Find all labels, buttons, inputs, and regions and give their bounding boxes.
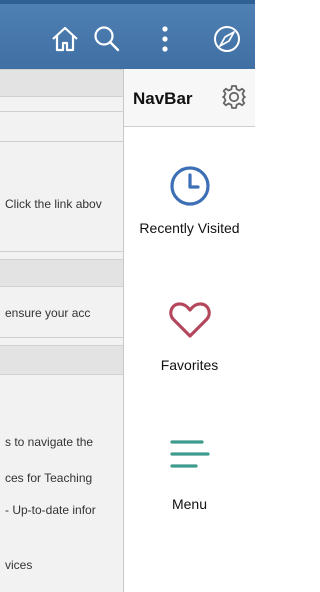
navbar-item-label: Favorites bbox=[160, 357, 219, 373]
navbar-item-label: Recently Visited bbox=[139, 220, 240, 236]
home-icon[interactable] bbox=[48, 22, 82, 56]
background-text: vices bbox=[5, 558, 33, 572]
navbar-header: NavBar bbox=[124, 69, 255, 127]
section-band bbox=[0, 259, 123, 287]
navbar-item-recently-visited[interactable]: Recently Visited bbox=[124, 164, 255, 236]
background-text: Click the link abov bbox=[5, 197, 102, 211]
navbar-title: NavBar bbox=[133, 89, 193, 108]
row-divider bbox=[0, 141, 123, 142]
navbar-panel: NavBar Recently Visited Favorites Menu bbox=[123, 69, 255, 592]
clock-icon bbox=[169, 166, 210, 206]
background-text: ensure your acc bbox=[5, 306, 91, 320]
more-vertical-icon[interactable] bbox=[148, 22, 182, 56]
search-icon[interactable] bbox=[90, 22, 124, 56]
section-band bbox=[0, 69, 123, 97]
heart-icon bbox=[168, 302, 211, 338]
section-band bbox=[0, 345, 123, 375]
navbar-compass-icon[interactable] bbox=[210, 22, 244, 56]
background-text: ces for Teaching bbox=[5, 471, 93, 485]
background-text: - Up-to-date infor bbox=[5, 503, 96, 517]
gear-icon[interactable] bbox=[220, 83, 248, 111]
navbar-item-favorites[interactable]: Favorites bbox=[124, 299, 255, 373]
background-text: s to navigate the bbox=[5, 435, 94, 449]
navbar-item-menu[interactable]: Menu bbox=[124, 434, 255, 512]
menu-icon bbox=[169, 440, 210, 468]
top-banner bbox=[0, 0, 255, 69]
background-page: Click the link abov ensure your acc s to… bbox=[0, 69, 123, 592]
row-divider bbox=[0, 111, 123, 112]
row-divider bbox=[0, 337, 123, 338]
row-divider bbox=[0, 251, 123, 252]
navbar-item-label: Menu bbox=[171, 496, 208, 512]
